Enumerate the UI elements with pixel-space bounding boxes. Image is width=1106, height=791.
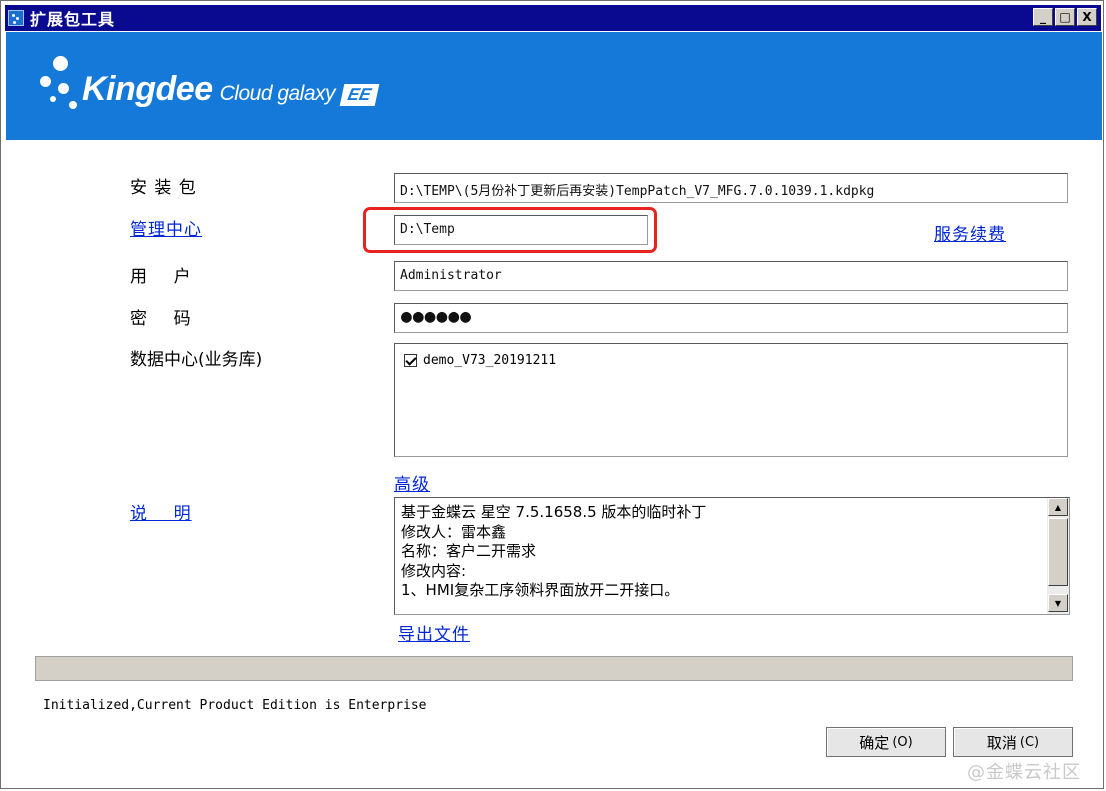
cancel-button-shortcut: (C) [1019,734,1040,750]
install-package-field[interactable]: D:\TEMP\(5月份补丁更新后再安装)TempPatch_V7_MFG.7.… [394,173,1068,203]
user-field[interactable]: Administrator [394,261,1068,291]
cancel-button-label: 取消 [986,733,1017,752]
description-link[interactable]: 说 明 [130,499,192,524]
app-icon [8,10,24,26]
cancel-button[interactable]: 取消 (C) [953,727,1073,757]
status-text: Initialized,Current Product Edition is E… [43,698,427,713]
data-center-item-label: demo_V73_20191211 [423,353,557,368]
password-field[interactable]: ●●●●●● [394,303,1068,333]
title-bar[interactable]: 扩展包工具 _ □ X [5,5,1101,31]
description-text: 基于金蝶云 星空 7.5.1658.5 版本的临时补丁 修改人：雷本鑫 名称：客户二… [401,503,707,599]
progress-bar [35,656,1073,681]
kingdee-logo: Kingdee Cloud galaxy EE [82,70,380,109]
password-label: 密 码 [130,309,192,329]
management-center-link[interactable]: 管理中心 [130,215,202,240]
extension-package-tool-window: 扩展包工具 _ □ X Kingdee Cloud galaxy EE 安 装 … [0,0,1104,789]
logo-edition-badge: EE [339,84,380,106]
logo-sub-text: Cloud galaxy [219,82,336,105]
install-package-label: 安 装 包 [130,178,197,198]
data-center-list[interactable]: demo_V73_20191211 [394,343,1068,457]
highlight-annotation [363,207,657,253]
list-item[interactable]: demo_V73_20191211 [404,353,556,368]
checkbox-checked-icon[interactable] [404,354,417,367]
data-center-label: 数据中心(业务库) [130,350,263,370]
scroll-thumb[interactable] [1048,518,1068,586]
window-title: 扩展包工具 [30,10,116,29]
advanced-link[interactable]: 高级 [394,470,430,495]
description-scrollbar[interactable]: ▲ ▼ [1047,498,1069,614]
maximize-button[interactable]: □ [1055,8,1075,26]
community-watermark: @金蝶云社区 [967,762,1081,783]
scroll-up-arrow-icon[interactable]: ▲ [1048,498,1068,516]
window-controls: _ □ X [1033,8,1097,26]
close-button[interactable]: X [1077,8,1097,26]
scroll-down-arrow-icon[interactable]: ▼ [1048,594,1068,612]
export-file-link[interactable]: 导出文件 [398,620,470,645]
minimize-button[interactable]: _ [1033,8,1053,26]
logo-main-text: Kingdee [82,70,213,108]
ok-button[interactable]: 确定 (O) [826,727,946,757]
user-label: 用 户 [130,267,192,287]
description-textarea[interactable]: 基于金蝶云 星空 7.5.1658.5 版本的临时补丁 修改人：雷本鑫 名称：客户二… [394,497,1070,615]
ok-button-shortcut: (O) [892,734,913,750]
kingdee-banner: Kingdee Cloud galaxy EE [6,32,1102,140]
ok-button-label: 确定 [859,733,890,752]
service-renewal-link[interactable]: 服务续费 [934,220,1006,245]
